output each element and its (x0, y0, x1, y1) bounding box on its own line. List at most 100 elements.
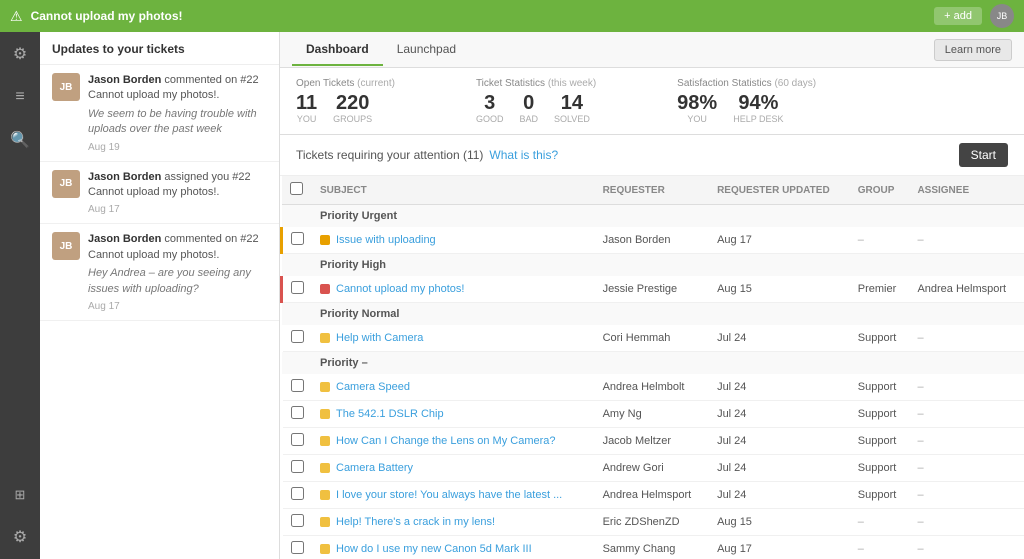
ticket-checkbox[interactable] (291, 514, 304, 527)
priority-dot-icon (320, 409, 330, 419)
sidebar: ⚙ ≡ 🔍 ⊞ ⚙ (0, 32, 40, 559)
priority-dot-icon (320, 436, 330, 446)
tickets-table: SUBJECT REQUESTER REQUESTER UPDATED GROU… (280, 176, 1024, 559)
ticket-checkbox[interactable] (291, 232, 304, 245)
ticket-subject-link[interactable]: The 542.1 DSLR Chip (336, 408, 444, 420)
ticket-requester: Andrea Helmsport (595, 482, 710, 509)
ticket-requester: Sammy Chang (595, 536, 710, 559)
ticket-subject-link[interactable]: Help! There's a crack in my lens! (336, 516, 495, 528)
table-row: Cannot upload my photos! Jessie Prestige… (282, 276, 1024, 303)
ticket-group: Premier (850, 276, 910, 303)
table-row: Issue with uploading Jason Borden Aug 17… (282, 227, 1024, 254)
ticket-subject-cell: How Can I Change the Lens on My Camera? (312, 428, 595, 455)
table-row: The 542.1 DSLR Chip Amy Ng Jul 24 Suppor… (282, 401, 1024, 428)
row-checkbox-cell (282, 374, 313, 401)
ticket-checkbox[interactable] (291, 330, 304, 343)
ticket-subject-link[interactable]: Help with Camera (336, 332, 423, 344)
table-row: Camera Battery Andrew Gori Jul 24 Suppor… (282, 455, 1024, 482)
ticket-subject-link[interactable]: Cannot upload my photos! (336, 283, 464, 295)
ticket-checkbox[interactable] (291, 406, 304, 419)
ticket-subject-link[interactable]: How Can I Change the Lens on My Camera? (336, 435, 556, 447)
update-content: Jason Borden commented on #22 Cannot upl… (88, 232, 267, 312)
ticket-assignee: – (909, 374, 1024, 401)
ticket-checkbox[interactable] (291, 379, 304, 392)
updates-title: Updates to your tickets (40, 32, 279, 65)
ticket-group: Support (850, 401, 910, 428)
col-requester: REQUESTER (595, 176, 710, 205)
ticket-group: – (850, 509, 910, 536)
ticket-subject-link[interactable]: Camera Speed (336, 381, 410, 393)
tab-launchpad[interactable]: Launchpad (383, 34, 470, 66)
avatar[interactable]: JB (990, 4, 1014, 28)
learn-more-button[interactable]: Learn more (934, 39, 1012, 61)
priority-dot-icon (320, 235, 330, 245)
sidebar-gear-icon[interactable]: ⚙ (9, 40, 31, 68)
tab-dashboard[interactable]: Dashboard (292, 34, 383, 66)
ticket-requester: Amy Ng (595, 401, 710, 428)
attention-bar: Tickets requiring your attention (11) Wh… (280, 135, 1024, 176)
ticket-subject-link[interactable]: Issue with uploading (336, 234, 436, 246)
stat-groups: 220 GROUPS (333, 93, 372, 124)
update-avatar: JB (52, 73, 80, 101)
ticket-checkbox[interactable] (291, 487, 304, 500)
stats-area: Open Tickets (current) 11 YOU 220 GROUPS (280, 68, 1024, 135)
row-checkbox-cell (282, 509, 313, 536)
ticket-group: Support (850, 325, 910, 352)
start-button[interactable]: Start (959, 143, 1008, 167)
add-button[interactable]: + add (934, 7, 982, 25)
ticket-group: – (850, 536, 910, 559)
ticket-subject-cell: Camera Speed (312, 374, 595, 401)
row-checkbox-cell (282, 401, 313, 428)
update-content: Jason Borden commented on #22 Cannot upl… (88, 73, 267, 153)
ticket-subject-cell: I love your store! You always have the l… (312, 482, 595, 509)
ticket-subject-cell: Cannot upload my photos! (312, 276, 595, 303)
ticket-assignee: Andrea Helmsport (909, 276, 1024, 303)
ticket-subject-cell: Help! There's a crack in my lens! (312, 509, 595, 536)
ticket-checkbox[interactable] (291, 460, 304, 473)
update-avatar: JB (52, 170, 80, 198)
ticket-subject-cell: Camera Battery (312, 455, 595, 482)
priority-dot-icon (320, 333, 330, 343)
open-tickets-stat: Open Tickets (current) 11 YOU 220 GROUPS (296, 78, 395, 124)
ticket-requester: Jason Borden (595, 227, 710, 254)
table-header-row: SUBJECT REQUESTER REQUESTER UPDATED GROU… (282, 176, 1024, 205)
ticket-group: – (850, 227, 910, 254)
sidebar-settings-icon[interactable]: ⚙ (9, 523, 31, 551)
ticket-checkbox[interactable] (291, 281, 304, 294)
row-checkbox-cell (282, 325, 313, 352)
what-is-this-link[interactable]: What is this? (489, 148, 558, 162)
ticket-group: Support (850, 374, 910, 401)
main-content: Dashboard Launchpad Learn more Open Tick… (280, 32, 1024, 559)
select-all-checkbox[interactable] (290, 182, 303, 195)
priority-dot-icon (320, 284, 330, 294)
priority-dot-icon (320, 517, 330, 527)
ticket-subject-link[interactable]: How do I use my new Canon 5d Mark III (336, 543, 532, 555)
ticket-updated: Jul 24 (709, 325, 850, 352)
ticket-updated: Jul 24 (709, 428, 850, 455)
ticket-updated: Jul 24 (709, 455, 850, 482)
ticket-group: Support (850, 428, 910, 455)
satisfaction-stat: Satisfaction Statistics (60 days) 98% YO… (677, 78, 816, 124)
ticket-subject-link[interactable]: I love your store! You always have the l… (336, 489, 562, 501)
ticket-assignee: – (909, 455, 1024, 482)
table-row: How do I use my new Canon 5d Mark III Sa… (282, 536, 1024, 559)
sidebar-grid-icon[interactable]: ⊞ (11, 483, 30, 507)
ticket-subject-cell: The 542.1 DSLR Chip (312, 401, 595, 428)
ticket-subject-link[interactable]: Camera Battery (336, 462, 413, 474)
ticket-requester: Jacob Meltzer (595, 428, 710, 455)
updates-panel: Updates to your tickets JB Jason Borden … (40, 32, 280, 559)
ticket-checkbox[interactable] (291, 433, 304, 446)
priority-row: Priority Normal (282, 303, 1024, 326)
update-item: JB Jason Borden assigned you #22 Cannot … (40, 162, 279, 225)
ticket-updated: Aug 15 (709, 276, 850, 303)
col-subject: SUBJECT (312, 176, 595, 205)
row-checkbox-cell (282, 455, 313, 482)
sidebar-menu-icon[interactable]: ≡ (11, 84, 28, 110)
ticket-assignee: – (909, 325, 1024, 352)
ticket-checkbox[interactable] (291, 541, 304, 554)
ticket-updated: Aug 17 (709, 227, 850, 254)
ticket-requester: Andrew Gori (595, 455, 710, 482)
sidebar-search-icon[interactable]: 🔍 (6, 126, 34, 154)
ticket-updated: Jul 24 (709, 401, 850, 428)
update-content: Jason Borden assigned you #22 Cannot upl… (88, 170, 267, 216)
